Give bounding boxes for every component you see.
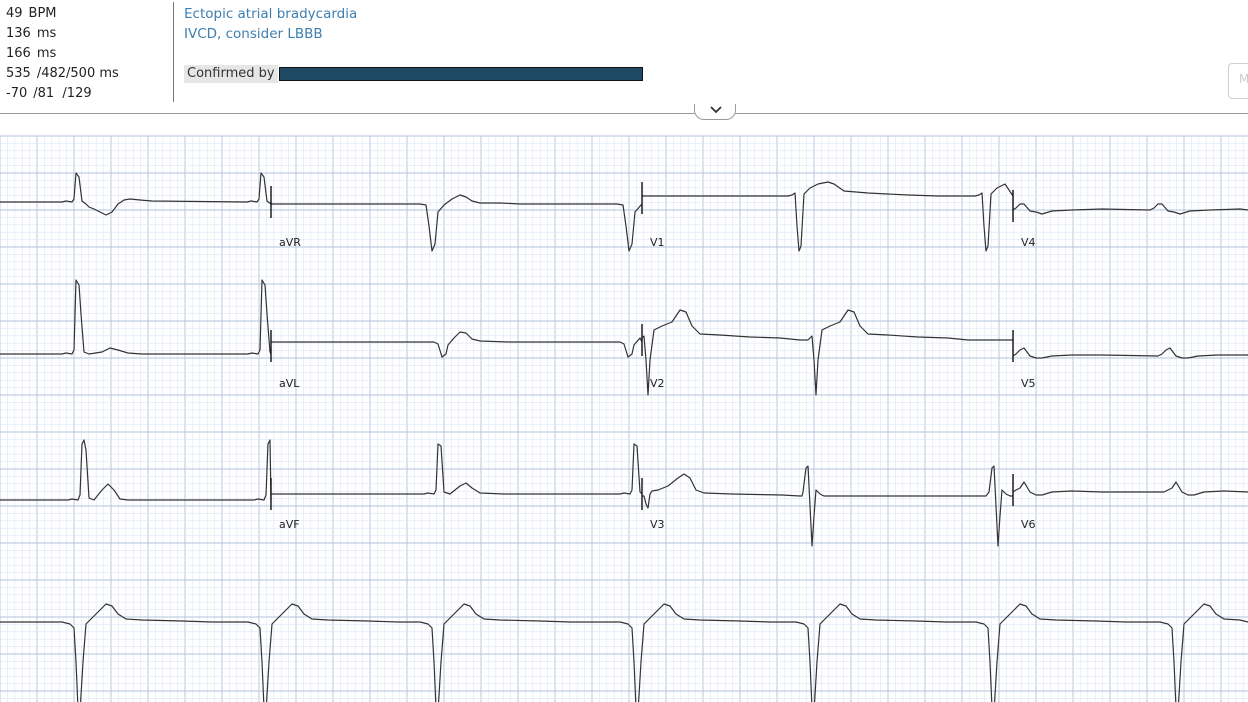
confirmed-by-row: Confirmed by bbox=[184, 65, 643, 83]
interpretation-line: Ectopic atrial bradycardia bbox=[184, 6, 358, 22]
measurements-panel: 49 BPM 136 ms 166 ms 535/482/500 ms -70/81 … bbox=[6, 4, 119, 104]
ecg-trace bbox=[271, 194, 643, 252]
confirmed-by-label: Confirmed by bbox=[184, 65, 278, 83]
ecg-waveform-area: aVR V1 V4 aVL V2 V5 aVF V3 V6 bbox=[0, 114, 1248, 702]
ecg-trace bbox=[0, 603, 1248, 702]
confirmed-by-redacted-name bbox=[278, 67, 643, 81]
side-panel-tab-label: M bbox=[1239, 72, 1248, 86]
measurement-qt-qtc: 535/482/500 ms bbox=[6, 66, 119, 81]
measurement-heart-rate: 49 BPM bbox=[6, 6, 57, 21]
header-divider bbox=[173, 2, 174, 102]
lead-label-avl: aVL bbox=[279, 377, 300, 390]
ecg-trace bbox=[642, 181, 1014, 252]
lead-label-avf: aVF bbox=[279, 518, 300, 531]
ecg-trace bbox=[0, 172, 272, 216]
ecg-traces bbox=[0, 172, 1248, 702]
interpretation-line: IVCD, consider LBBB bbox=[184, 26, 323, 42]
measurement-axes: -70/81 /129 bbox=[6, 86, 92, 101]
measurement-pr-interval: 136 ms bbox=[6, 26, 57, 41]
lead-label-v5: V5 bbox=[1021, 377, 1036, 390]
lead-label-v4: V4 bbox=[1021, 236, 1036, 249]
lead-label-v2: V2 bbox=[650, 377, 665, 390]
ecg-grid-and-traces: aVR V1 V4 aVL V2 V5 aVF V3 V6 bbox=[0, 135, 1248, 702]
lead-label-v6: V6 bbox=[1021, 518, 1036, 531]
chevron-down-icon bbox=[710, 106, 722, 114]
interpretation-panel: Ectopic atrial bradycardia IVCD, conside… bbox=[184, 4, 357, 44]
side-panel-tab[interactable]: M bbox=[1228, 63, 1248, 99]
report-header: 49 BPM 136 ms 166 ms 535/482/500 ms -70/81 … bbox=[0, 0, 1248, 120]
ecg-trace bbox=[1012, 203, 1248, 215]
ecg-trace bbox=[641, 309, 1013, 396]
lead-label-avr: aVR bbox=[279, 236, 301, 249]
measurement-qrs-duration: 166 ms bbox=[6, 46, 57, 61]
lead-label-v1: V1 bbox=[650, 236, 665, 249]
ecg-grid bbox=[0, 135, 1248, 702]
lead-label-v3: V3 bbox=[650, 518, 665, 531]
ecg-trace bbox=[1012, 347, 1248, 359]
